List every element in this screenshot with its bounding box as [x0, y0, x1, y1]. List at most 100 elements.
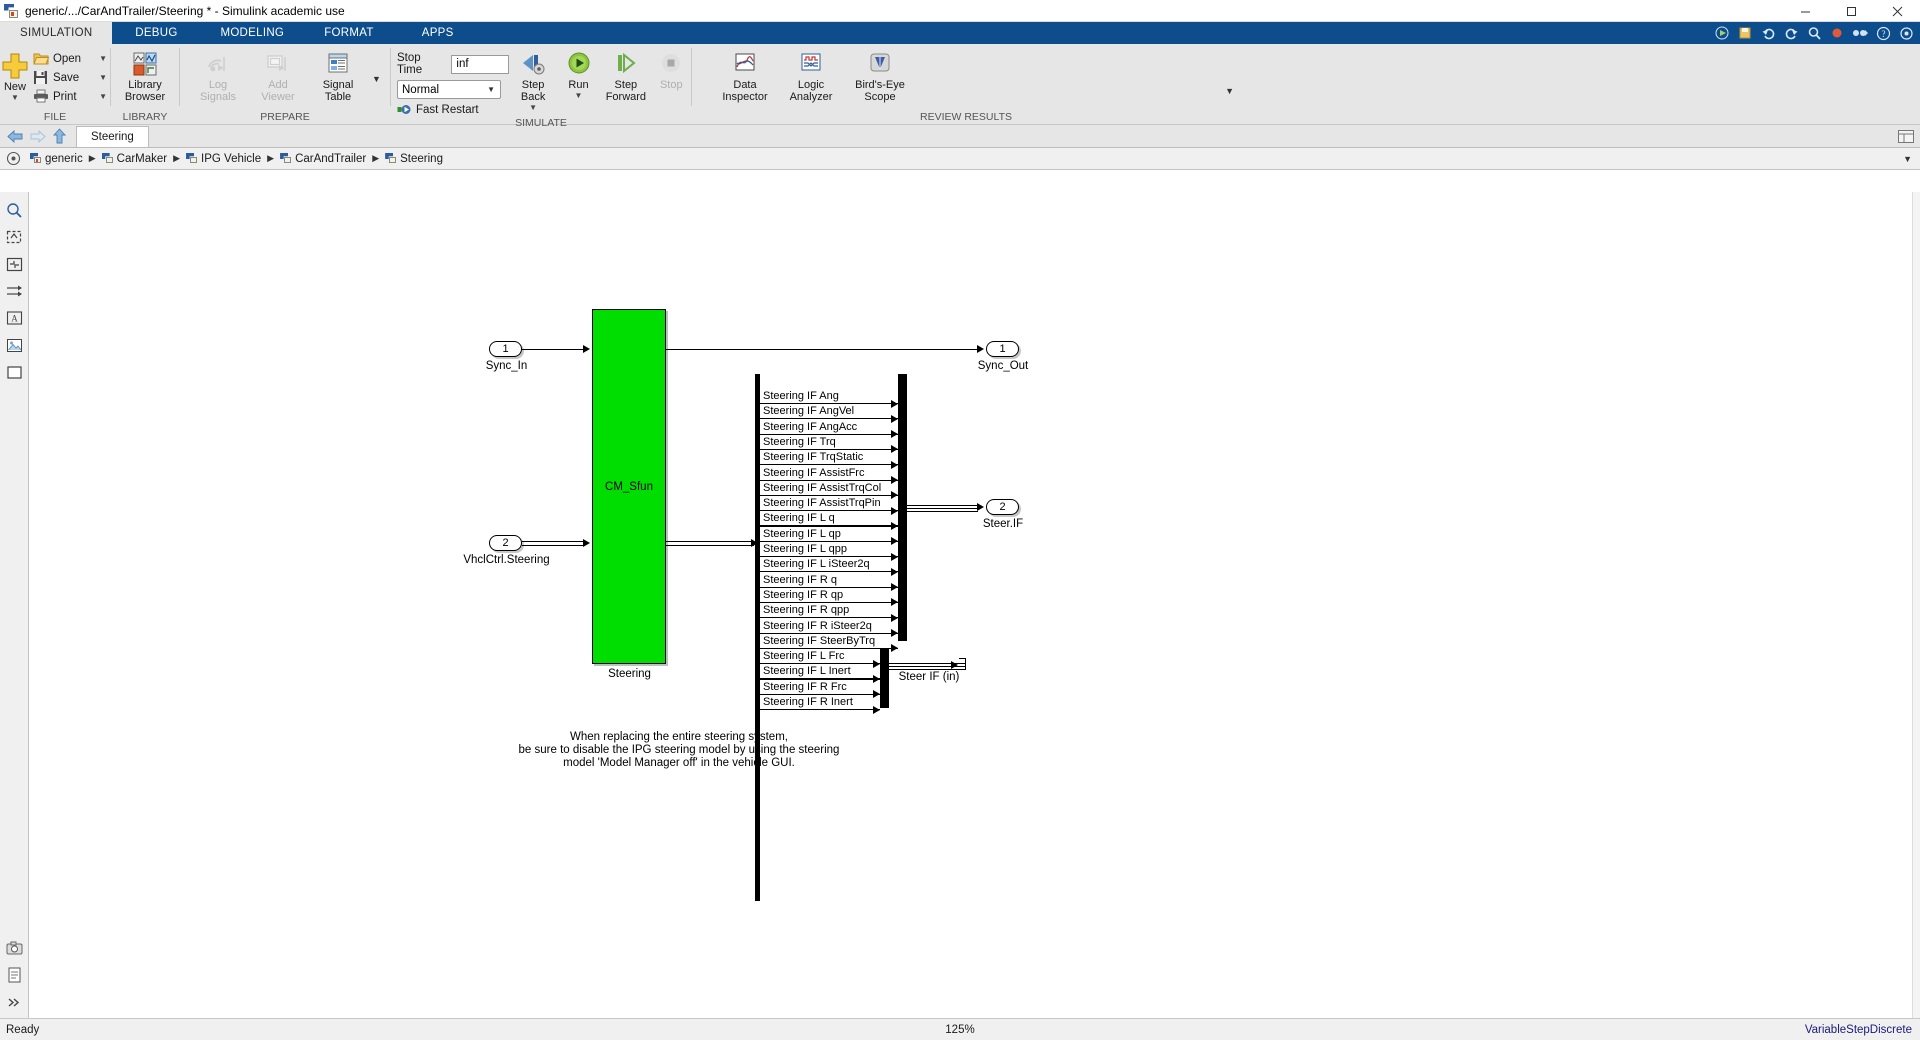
logic-analyzer-button[interactable]: Logic Analyzer: [778, 47, 844, 103]
forward-step-icon[interactable]: [4, 281, 24, 301]
signal-label[interactable]: Steering IF TrqStatic: [763, 451, 863, 464]
signal-label[interactable]: Steering IF L qp: [763, 528, 841, 541]
outport-2-steer-if[interactable]: 2: [986, 499, 1019, 515]
settings-icon[interactable]: [1896, 24, 1916, 42]
notes-icon[interactable]: [5, 965, 25, 985]
back-arrow-icon[interactable]: [4, 125, 26, 147]
log-signals-button[interactable]: Log Signals: [188, 47, 248, 103]
save-caret-icon[interactable]: ▼: [85, 73, 107, 82]
signal-label[interactable]: Steering IF AngAcc: [763, 421, 857, 434]
tab-modeling[interactable]: MODELING: [200, 22, 304, 44]
signal-label[interactable]: Steering IF R qp: [763, 589, 843, 602]
signal-label[interactable]: Steering IF R Inert: [763, 696, 853, 709]
open-caret-icon[interactable]: ▼: [85, 54, 107, 63]
model-tab-steering[interactable]: Steering: [76, 126, 149, 147]
status-zoom-level[interactable]: 125%: [945, 1024, 974, 1036]
pin-icon[interactable]: [1827, 24, 1847, 42]
signal-label[interactable]: Steering IF L iSteer2q: [763, 558, 870, 571]
minimize-button[interactable]: [1782, 0, 1828, 22]
step-back-button[interactable]: Step Back ▼: [509, 47, 556, 112]
signal-label[interactable]: Steering IF AssistTrqPin: [763, 497, 881, 510]
signal-label[interactable]: Steering IF R Frc: [763, 681, 847, 694]
breadcrumb-item-ipg-vehicle[interactable]: IPG Vehicle: [186, 153, 261, 165]
new-button[interactable]: New ▼: [0, 47, 30, 102]
run-caret-icon[interactable]: ▼: [575, 92, 583, 100]
breadcrumb-item-steering[interactable]: Steering: [385, 153, 443, 165]
prepare-expander-icon[interactable]: ▼: [372, 74, 381, 84]
print-button[interactable]: Print ▼: [30, 87, 110, 106]
terminator-block[interactable]: [959, 658, 966, 670]
inport-2-vhclctrl-steering[interactable]: 2: [489, 535, 522, 551]
step-forward-button[interactable]: Step Forward: [600, 47, 651, 103]
open-label: Open: [52, 52, 82, 65]
run-button[interactable]: Run ▼: [557, 47, 600, 100]
model-canvas[interactable]: CM_Sfun Steering 1 Sync_In 2 VhclCtrl.St…: [29, 192, 1912, 1018]
signal-label[interactable]: Steering IF AngVel: [763, 405, 854, 418]
review-expander-icon[interactable]: ▼: [1225, 86, 1234, 96]
signal-table-button[interactable]: Signal Table: [308, 47, 368, 103]
cm-sfun-block[interactable]: CM_Sfun: [592, 309, 666, 664]
camera-icon[interactable]: [5, 938, 25, 958]
stop-time-input[interactable]: [451, 54, 510, 74]
tab-apps[interactable]: APPS: [394, 22, 482, 44]
text-annotation-icon[interactable]: A: [4, 308, 24, 328]
expand-more-icon[interactable]: [5, 992, 25, 1012]
birds-eye-scope-button[interactable]: Bird's-Eye Scope: [844, 47, 916, 103]
signal-label[interactable]: Steering IF R qpp: [763, 604, 849, 617]
new-caret-icon[interactable]: ▼: [11, 94, 19, 102]
tab-simulation[interactable]: SIMULATION: [0, 22, 113, 44]
open-button[interactable]: Open ▼: [30, 49, 110, 68]
tab-format[interactable]: FORMAT: [304, 22, 394, 44]
inport-1-sync-in[interactable]: 1: [489, 341, 522, 357]
signal-label[interactable]: Steering IF L q: [763, 512, 835, 525]
breadcrumb-item-generic[interactable]: generic: [30, 153, 83, 165]
breadcrumb-item-carmaker[interactable]: CarMaker: [101, 153, 167, 165]
breadcrumb-item-carandtrailer[interactable]: CarAndTrailer: [280, 153, 366, 165]
signal-label[interactable]: Steering IF R iSteer2q: [763, 620, 872, 633]
share-icon[interactable]: [1850, 24, 1870, 42]
add-viewer-button[interactable]: Add Viewer: [248, 47, 308, 103]
signal-label[interactable]: Steering IF Ang: [763, 390, 839, 403]
bus-creator-upper[interactable]: [898, 374, 907, 641]
signal-label[interactable]: Steering IF SteerByTrq: [763, 635, 875, 648]
save-button[interactable]: Save ▼: [30, 68, 110, 87]
help-icon[interactable]: ?: [1873, 24, 1893, 42]
zoom-region-icon[interactable]: [4, 227, 24, 247]
signal-label[interactable]: Steering IF R q: [763, 574, 837, 587]
data-inspector-button[interactable]: Data Inspector: [712, 47, 778, 103]
zoom-fit-icon[interactable]: [4, 200, 24, 220]
close-button[interactable]: [1874, 0, 1920, 22]
print-caret-icon[interactable]: ▼: [85, 92, 107, 101]
up-arrow-icon[interactable]: [48, 125, 70, 147]
status-solver-name[interactable]: VariableStepDiscrete: [1805, 1024, 1912, 1036]
fit-to-view-icon[interactable]: [4, 254, 24, 274]
tab-debug[interactable]: DEBUG: [112, 22, 200, 44]
maximize-button[interactable]: [1828, 0, 1874, 22]
simulation-mode-select[interactable]: Normal ▼: [397, 80, 501, 99]
forward-arrow-icon[interactable]: [26, 125, 48, 147]
search-icon[interactable]: [1804, 24, 1824, 42]
outport-1-sync-out[interactable]: 1: [986, 341, 1019, 357]
save-quick-icon[interactable]: [1735, 24, 1755, 42]
breadcrumb-chevron-down-icon[interactable]: ▼: [1903, 154, 1912, 164]
signal-label[interactable]: Steering IF L Inert: [763, 665, 851, 678]
layout-icon[interactable]: [1896, 126, 1916, 146]
signal-label[interactable]: Steering IF Trq: [763, 436, 836, 449]
signal-label[interactable]: Steering IF L Frc: [763, 650, 845, 663]
image-icon[interactable]: [4, 335, 24, 355]
signal-label[interactable]: Steering IF AssistTrqCol: [763, 482, 881, 495]
signal-label[interactable]: Steering IF L qpp: [763, 543, 847, 556]
redo-icon[interactable]: [1781, 24, 1801, 42]
bus-creator-lower[interactable]: [880, 648, 889, 708]
area-icon[interactable]: [4, 362, 24, 382]
model-explorer-icon[interactable]: [0, 151, 26, 166]
stop-button[interactable]: Stop: [652, 47, 691, 91]
canvas-vertical-scrollbar[interactable]: [1912, 192, 1920, 1018]
run-quick-icon[interactable]: [1712, 24, 1732, 42]
library-browser-button[interactable]: Library Browser: [114, 47, 176, 103]
step-back-caret-icon[interactable]: ▼: [529, 104, 537, 112]
fast-restart-toggle[interactable]: Fast Restart: [397, 103, 509, 117]
undo-icon[interactable]: [1758, 24, 1778, 42]
signal-arrow: [891, 644, 898, 653]
signal-label[interactable]: Steering IF AssistFrc: [763, 467, 864, 480]
